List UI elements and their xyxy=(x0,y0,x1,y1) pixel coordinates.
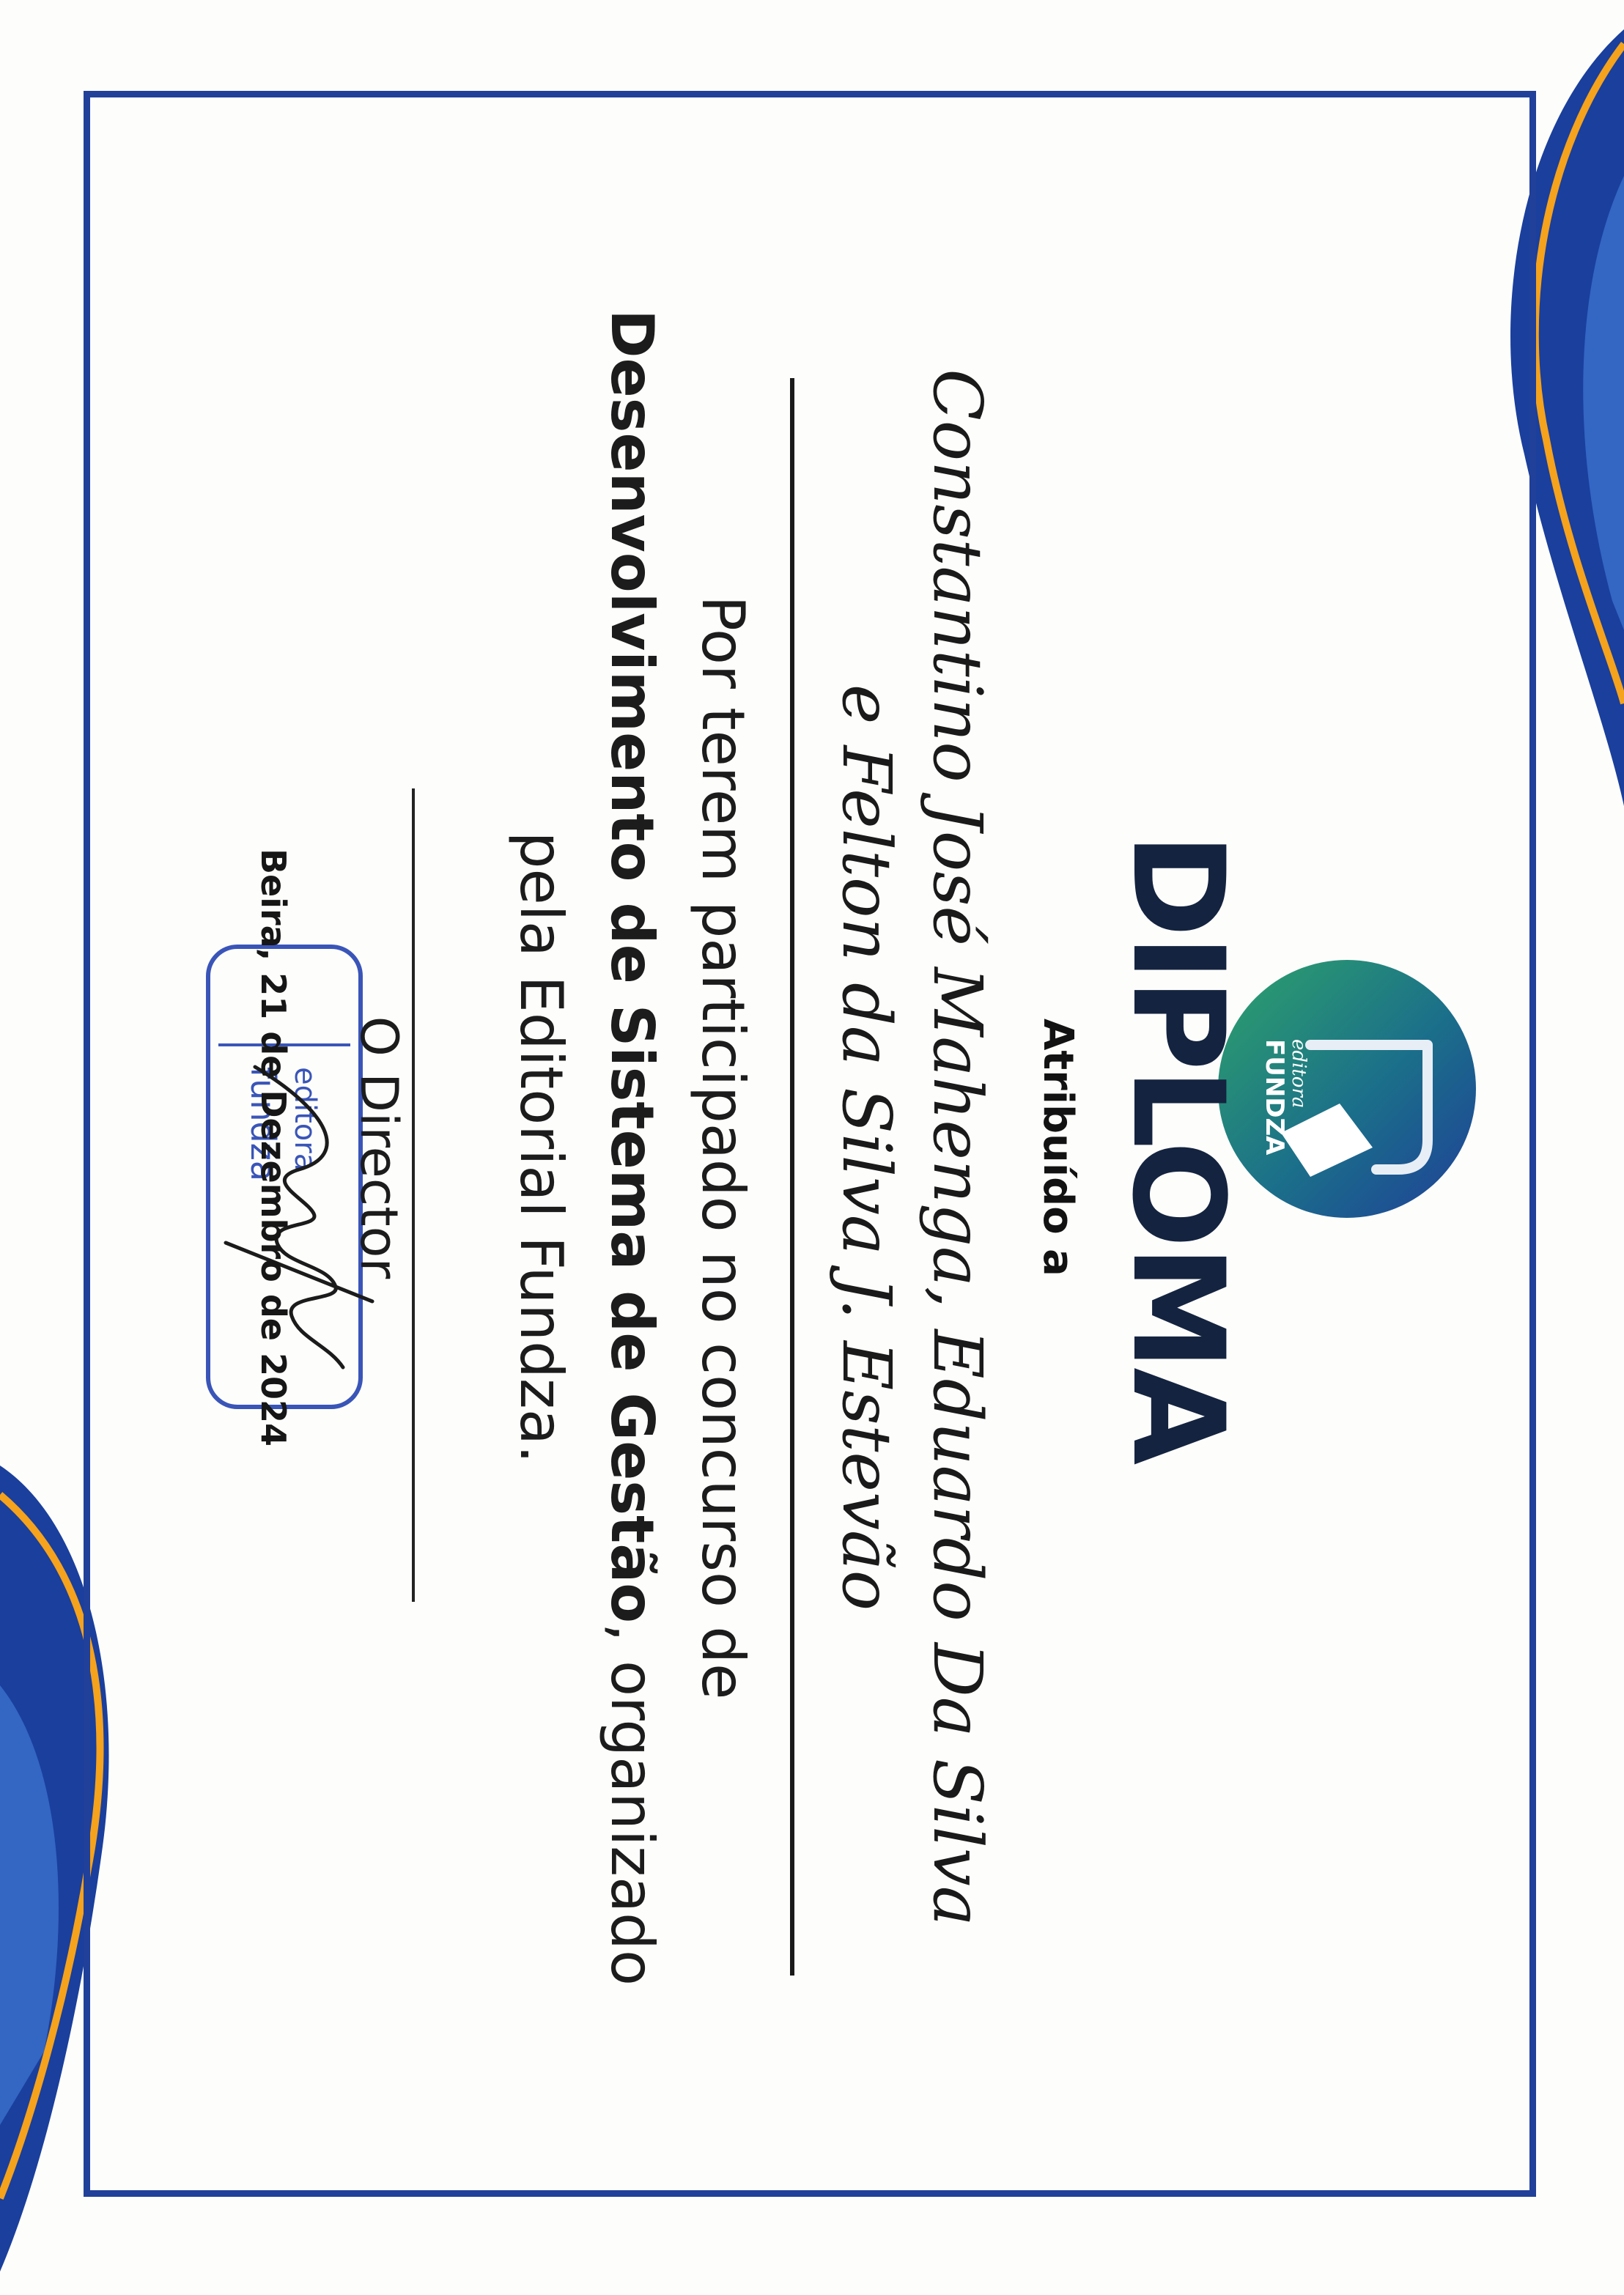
diploma-content: editora FUNDZA DIPLOMA Atribuído a Const… xyxy=(145,158,1479,2137)
names-underline xyxy=(790,378,794,1976)
recipient-names-line2: e Felton da Silva J. Estevão xyxy=(827,684,906,1611)
editora-fundza-logo: editora FUNDZA xyxy=(1218,960,1476,1218)
statement-text-start: Por terem participado no concurso de xyxy=(689,595,757,1700)
award-statement: Por terem participado no concurso de Des… xyxy=(495,305,768,1990)
logo-brand-small: editora xyxy=(1288,1039,1310,1108)
recipient-names: Constantino José Mahenga, Eduardo Da Sil… xyxy=(821,158,1003,2137)
awarded-to-label: Atribuído a xyxy=(1034,1019,1082,1276)
place-and-date: Beira, 21 de Dezembro de 2024 xyxy=(254,848,293,1447)
logo-brand-name: FUNDZA xyxy=(1260,1039,1289,1156)
statement-contest-name: Desenvolvimento de Sistema de Gestão xyxy=(598,309,666,1624)
diploma-title: DIPLOMA xyxy=(1104,832,1252,1463)
diploma-page: editora FUNDZA DIPLOMA Atribuído a Const… xyxy=(0,0,1624,2295)
recipient-names-line1: Constantino José Mahenga, Eduardo Da Sil… xyxy=(918,369,997,1926)
handwritten-signature xyxy=(224,1065,374,1370)
